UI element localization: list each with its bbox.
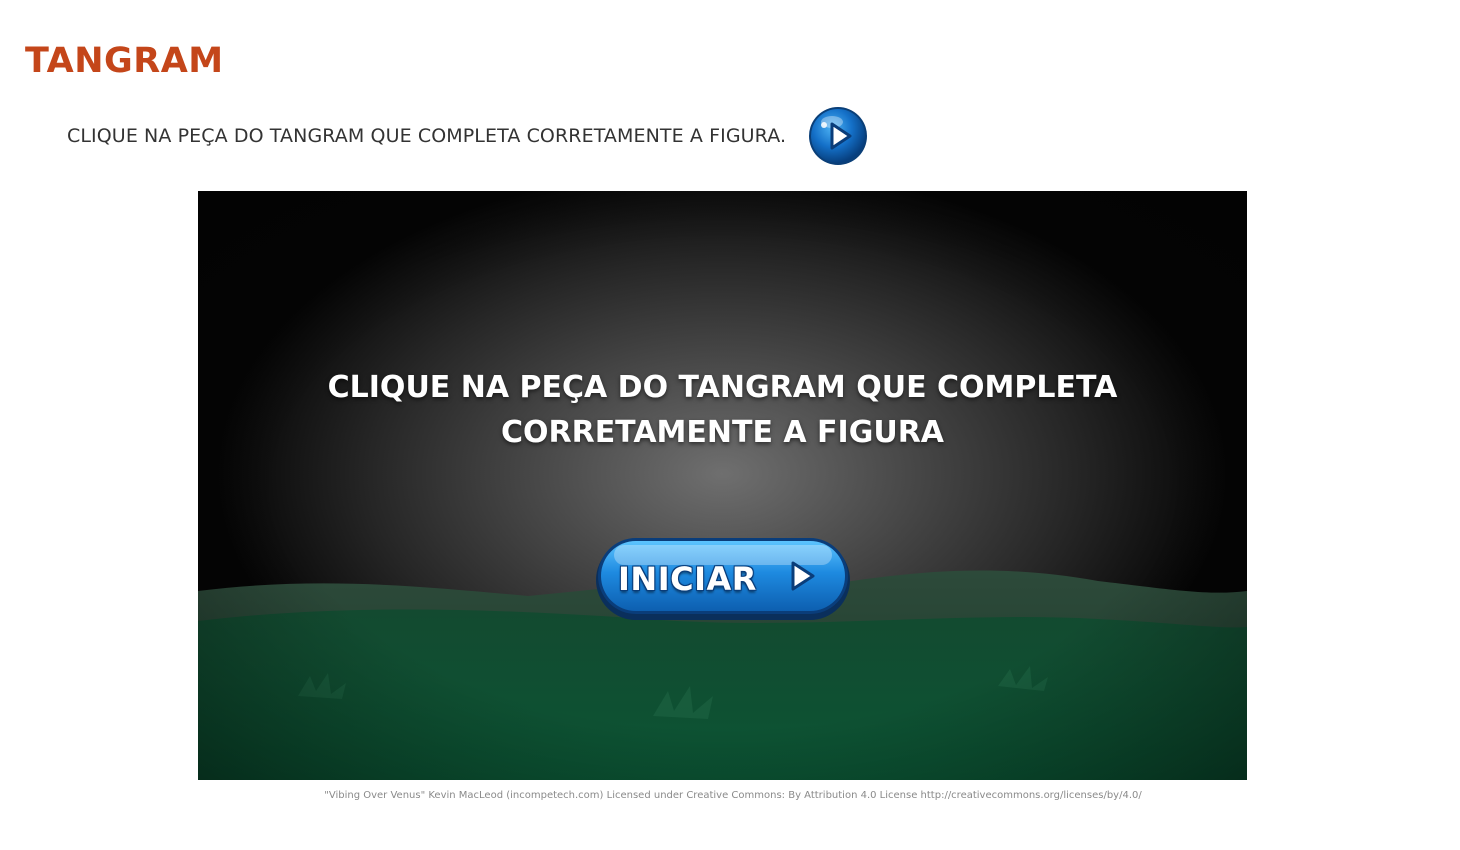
game-canvas[interactable]: CLIQUE NA PEÇA DO TANGRAM QUE COMPLETA C… <box>198 191 1247 780</box>
play-icon <box>809 107 867 165</box>
instruction-text: CLIQUE NA PEÇA DO TANGRAM QUE COMPLETA C… <box>67 125 787 147</box>
game-prompt-line1: CLIQUE NA PEÇA DO TANGRAM QUE COMPLETA <box>327 370 1118 405</box>
game-prompt-line2: CORRETAMENTE A FIGURA <box>500 415 945 450</box>
hills-background <box>198 191 1247 780</box>
game-prompt: CLIQUE NA PEÇA DO TANGRAM QUE COMPLETA C… <box>198 365 1247 455</box>
audio-play-button[interactable] <box>808 106 868 166</box>
page-title: TANGRAM <box>25 41 224 81</box>
start-button[interactable]: INICIAR <box>594 536 852 622</box>
start-button-label: INICIAR <box>618 560 757 598</box>
page: TANGRAM CLIQUE NA PEÇA DO TANGRAM QUE CO… <box>0 0 1460 850</box>
music-credits: "Vibing Over Venus" Kevin MacLeod (incom… <box>324 790 1142 801</box>
